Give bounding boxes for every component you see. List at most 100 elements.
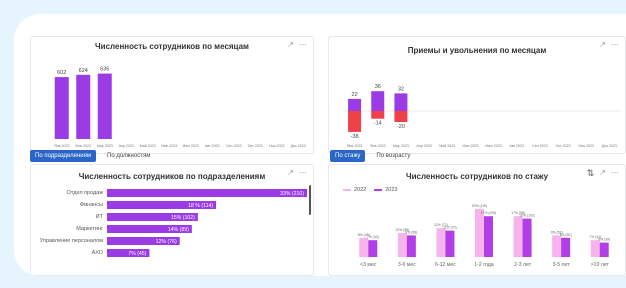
- tab-by-department[interactable]: По подразделениям: [30, 150, 97, 162]
- tenure-bar: [368, 240, 378, 257]
- x-tick-label: Фев 2023: [75, 144, 91, 148]
- legend-item-2022[interactable]: 2022: [343, 187, 366, 193]
- scrollbar[interactable]: [309, 185, 311, 215]
- bar-label: 636: [100, 67, 109, 73]
- tenure-bar: [475, 209, 484, 257]
- x-tick-label: Сен 2023: [532, 144, 548, 148]
- x-tick-label: 1-2 года: [474, 262, 494, 268]
- x-tick-label: Июн 2023: [161, 144, 177, 148]
- tenure-bar: [522, 218, 532, 257]
- x-tick-label: Авг 2023: [205, 144, 220, 148]
- export-icon[interactable]: ↗: [287, 169, 294, 177]
- panel-title: Численность сотрудников по стажу: [405, 172, 549, 181]
- bar-label: -14: [374, 121, 382, 127]
- x-tick-label: Окт 2023: [248, 144, 263, 148]
- x-tick-label: 2-3 лет: [514, 262, 532, 268]
- department-label: Отдел продаж: [66, 190, 103, 196]
- x-tick-label: Ноя 2023: [578, 144, 594, 148]
- tenure-bar: [599, 242, 609, 257]
- more-icon[interactable]: ⋯: [299, 169, 307, 177]
- tenure-bar: [552, 235, 562, 257]
- tenure-bar: [513, 216, 523, 257]
- panel-hires-terminations: Приемы и увольнения по месяцам ↗ ⋯ 22 -38…: [328, 36, 626, 154]
- bar-label: 8% (50): [560, 233, 572, 237]
- hires-bar: [348, 98, 362, 111]
- bar-label: 36: [375, 84, 381, 90]
- chart-headcount-by-month: 602 Янв 2023 624 Фев 2023 636 Мар 2023 Апр 202…: [54, 67, 306, 148]
- legend-item-2023[interactable]: 2023: [374, 187, 398, 193]
- bar-label: 602: [57, 70, 66, 76]
- bar-label: 22: [352, 92, 358, 98]
- department-label: Финансы: [79, 202, 103, 208]
- bar-label: 7% (43): [367, 235, 379, 239]
- x-tick-label: Мар 2023: [97, 144, 113, 148]
- x-tick-label: Ноя 2023: [269, 144, 285, 148]
- bar-label: 9% (56): [405, 230, 417, 234]
- x-tick-label: Окт 2023: [556, 144, 571, 148]
- tab-by-age[interactable]: По возрасту: [371, 150, 415, 162]
- panel-tools: ↗ ⋯: [287, 41, 307, 49]
- department-label: ИТ: [95, 214, 103, 220]
- export-icon[interactable]: ↗: [599, 169, 606, 177]
- department-label: Управление персоналом: [39, 238, 103, 244]
- panel-tools: ↗ ⋯: [599, 41, 619, 49]
- chart-headcount-by-department: 33% (210) 18 % (114) 15% (102) 14% (89) 12% …: [107, 189, 307, 257]
- x-tick-label: Июл 2023: [183, 144, 199, 148]
- tenure-bar: [406, 235, 416, 257]
- panel-tools: ⇅ ↗ ⋯: [587, 169, 619, 178]
- legend: 2022 2023: [343, 187, 398, 193]
- bar-label: 14% (89): [168, 227, 189, 233]
- tenure-bar: [590, 240, 600, 257]
- sort-icon[interactable]: ⇅: [587, 169, 595, 178]
- tab-by-position[interactable]: По должностям: [102, 150, 155, 162]
- bar-label: 15% (102): [171, 215, 195, 221]
- more-icon[interactable]: ⋯: [299, 41, 307, 49]
- x-tick-label: Янв 2023: [347, 144, 362, 148]
- department-bar: [107, 189, 307, 197]
- x-tick-label: Апр 2023: [416, 144, 431, 148]
- bar: [76, 74, 91, 139]
- more-icon[interactable]: ⋯: [611, 169, 619, 177]
- panel-headcount-by-department: Численность сотрудников по подразделения…: [30, 164, 314, 276]
- tenure-tabs: По стажу По возрасту: [330, 150, 415, 162]
- terminations-bar: [394, 111, 408, 122]
- bar-label: 12% (76): [156, 239, 177, 245]
- hires-bar: [394, 93, 408, 111]
- hires-bar: [371, 91, 385, 111]
- bar-label: 6% (39): [598, 238, 610, 242]
- export-icon[interactable]: ↗: [287, 41, 294, 49]
- bar-label: -20: [397, 124, 405, 130]
- x-tick-label: Янв 2023: [54, 144, 69, 148]
- chart-hires-terminations: 22 -38 Янв 2023 36 -14 Фев 2023 32 -20 Мар 2023 А…: [343, 84, 621, 148]
- x-tick-label: >10 лет: [591, 262, 610, 268]
- tab-by-tenure[interactable]: По стажу: [330, 150, 366, 162]
- x-tick-label: Июн 2023: [462, 144, 478, 148]
- x-tick-label: Май 2023: [439, 144, 455, 148]
- x-tick-label: <3 мес: [360, 262, 377, 268]
- x-tick-label: Дек 2023: [602, 144, 617, 148]
- more-icon[interactable]: ⋯: [611, 41, 619, 49]
- tenure-bar: [445, 230, 455, 257]
- x-tick-label: Мар 2023: [393, 144, 409, 148]
- bar-label: 16% (102): [519, 214, 535, 218]
- department-tabs: По подразделениям По должностям: [30, 150, 155, 162]
- panel-title: Численность сотрудников по месяцам: [95, 42, 249, 51]
- x-tick-label: Авг 2023: [509, 144, 524, 148]
- x-tick-label: Май 2023: [140, 144, 156, 148]
- bar-label: 20% (119): [472, 204, 487, 208]
- x-tick-label: 3-5 лет: [553, 262, 571, 268]
- x-tick-label: 6-12 мес: [435, 262, 456, 268]
- tenure-bar: [436, 228, 446, 257]
- panel-title: Приемы и увольнения по месяцам: [407, 46, 547, 55]
- tenure-bar: [561, 237, 571, 257]
- chart-headcount-by-tenure: 8% (45)7% (43)<3 мес10% (58)9% (56)3-6 м…: [358, 204, 610, 268]
- x-tick-label: 3-6 мес: [398, 262, 416, 268]
- tenure-bar: [359, 237, 369, 257]
- terminations-bar: [371, 111, 385, 119]
- bar-label: 7% (45): [128, 251, 146, 257]
- export-icon[interactable]: ↗: [599, 41, 606, 49]
- bar-label: 33% (210): [280, 191, 304, 197]
- panel-headcount-by-month: Численность сотрудников по месяцам ↗ ⋯ 6…: [30, 36, 314, 154]
- department-label: Маркетинг: [76, 226, 103, 232]
- panel-headcount-by-tenure: Численность сотрудников по стажу ⇅ ↗ ⋯ 2…: [328, 164, 626, 276]
